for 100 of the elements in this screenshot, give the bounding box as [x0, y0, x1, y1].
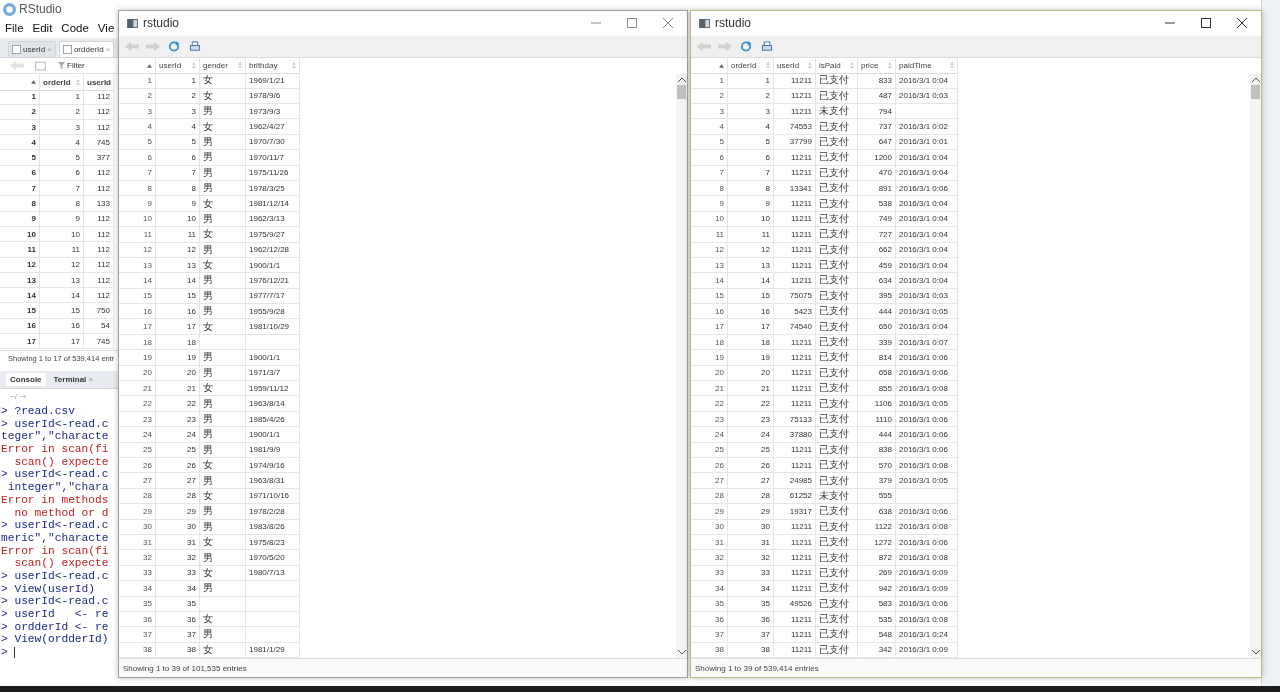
table-cell: 1971/3/7: [246, 365, 300, 382]
close-icon[interactable]: [1237, 18, 1247, 29]
table-cell: 49526: [774, 596, 816, 612]
row-number: 30: [691, 519, 728, 535]
table-cell: 16: [728, 304, 774, 320]
console-tab[interactable]: Terminal ×: [49, 373, 98, 386]
table-cell: 5: [40, 150, 84, 166]
filter-button[interactable]: Filter: [58, 61, 85, 70]
table-cell: 34: [728, 581, 774, 597]
table-cell: 4: [156, 119, 200, 135]
row-number: 5: [119, 134, 156, 151]
table-cell: 570: [858, 458, 896, 474]
scroll-up-icon[interactable]: [1251, 76, 1260, 82]
table-cell: 2016/3/1 0:05: [896, 304, 958, 320]
table-cell: 15: [40, 303, 84, 319]
table-cell: 已支付: [816, 180, 858, 197]
back-arrow-icon[interactable]: [10, 60, 24, 71]
scroll-down-icon[interactable]: [677, 650, 686, 656]
column-header[interactable]: userId: [84, 74, 114, 91]
console-line: > userId<-read.c: [1, 468, 109, 482]
scroll-thumb[interactable]: [677, 84, 686, 99]
table-cell: 11211: [774, 350, 816, 366]
sort-icon: [76, 78, 80, 86]
table-cell: 已支付: [816, 134, 858, 151]
table-cell: 11211: [774, 73, 816, 89]
table-cell: 2016/3/1 0:04: [896, 211, 958, 228]
row-number: 16: [691, 304, 728, 320]
table-cell: 634: [858, 273, 896, 289]
scroll-thumb[interactable]: [1251, 84, 1260, 99]
table-cell: 已支付: [816, 519, 858, 535]
table-cell: 1971/10/16: [246, 488, 300, 505]
table-cell: 5: [156, 134, 200, 151]
table-cell: 11211: [774, 273, 816, 289]
row-number: 35: [691, 596, 728, 612]
menu-item[interactable]: Code: [61, 22, 89, 34]
printer-icon[interactable]: [188, 40, 202, 52]
forward-arrow-icon[interactable]: [718, 40, 732, 52]
sort-icon: [192, 62, 196, 69]
console-tab[interactable]: Console: [6, 373, 46, 386]
sort-ascending-icon: [31, 80, 36, 84]
table-cell: 女: [200, 257, 246, 274]
table-cell: 1: [40, 89, 84, 105]
sort-icon: [808, 62, 812, 69]
scrollbar[interactable]: [1250, 73, 1261, 659]
table-cell: 1: [728, 73, 774, 89]
table-cell: 16: [40, 318, 84, 335]
table-cell: 26: [728, 458, 774, 474]
table-cell: 112: [84, 104, 114, 120]
table-cell: 112: [84, 165, 114, 182]
table-cell: 女: [200, 196, 246, 212]
row-number: 5: [691, 134, 728, 151]
table-cell: 36: [728, 611, 774, 628]
console-line: > ordderId <- re: [1, 620, 109, 634]
table-cell: 647: [858, 134, 896, 151]
table-cell: 已支付: [816, 458, 858, 474]
forward-arrow-icon[interactable]: [146, 40, 160, 52]
table-cell: 3: [728, 104, 774, 120]
table-cell: 未支付: [816, 488, 858, 505]
scroll-down-icon[interactable]: [1251, 650, 1260, 656]
arrow-icon[interactable]: [19, 393, 27, 399]
table-cell: 112: [84, 211, 114, 227]
popout-icon[interactable]: [34, 60, 48, 71]
sort-icon: [238, 62, 242, 69]
row-number: 14: [0, 288, 40, 304]
table-cell: 112: [84, 288, 114, 304]
maximize-icon[interactable]: [1201, 18, 1211, 29]
document-tab[interactable]: ordderId ×: [58, 41, 115, 57]
table-cell: 2: [40, 104, 84, 120]
menu-item[interactable]: Vie: [97, 22, 115, 34]
column-header[interactable]: orderId: [40, 74, 84, 91]
row-number: 1: [0, 89, 40, 105]
table-cell: 2016/3/1 0:06: [896, 442, 958, 458]
scroll-up-icon[interactable]: [677, 76, 686, 82]
table-cell: 男: [200, 150, 246, 166]
table-cell: 583: [858, 596, 896, 612]
row-number: 27: [119, 473, 156, 489]
empty-cell: [200, 596, 246, 612]
column-header[interactable]: [0, 74, 40, 91]
back-arrow-icon[interactable]: [697, 40, 711, 52]
table-cell: 1900/1/1: [246, 350, 300, 366]
table-cell: 2016/3/1 0:04: [896, 165, 958, 181]
table-cell: 已支付: [816, 211, 858, 228]
scrollbar[interactable]: [676, 73, 687, 659]
table-cell: 11211: [774, 150, 816, 166]
menu-item[interactable]: Edit: [32, 22, 53, 34]
document-tab[interactable]: userId ×: [8, 41, 56, 57]
refresh-icon[interactable]: [739, 40, 753, 52]
row-number: 12: [0, 257, 40, 273]
table-cell: 男: [200, 165, 246, 181]
row-number: 3: [119, 104, 156, 120]
table-cell: 35: [156, 596, 200, 612]
table-cell: 1981/10/29: [246, 319, 300, 335]
back-arrow-icon[interactable]: [125, 40, 139, 52]
printer-icon[interactable]: [760, 40, 774, 52]
table-cell: 74553: [774, 119, 816, 135]
table-cell: 23: [156, 411, 200, 428]
refresh-icon[interactable]: [167, 40, 181, 52]
menu-item[interactable]: File: [5, 22, 24, 34]
sort-icon: [950, 62, 954, 69]
table-cell: 已支付: [816, 319, 858, 335]
